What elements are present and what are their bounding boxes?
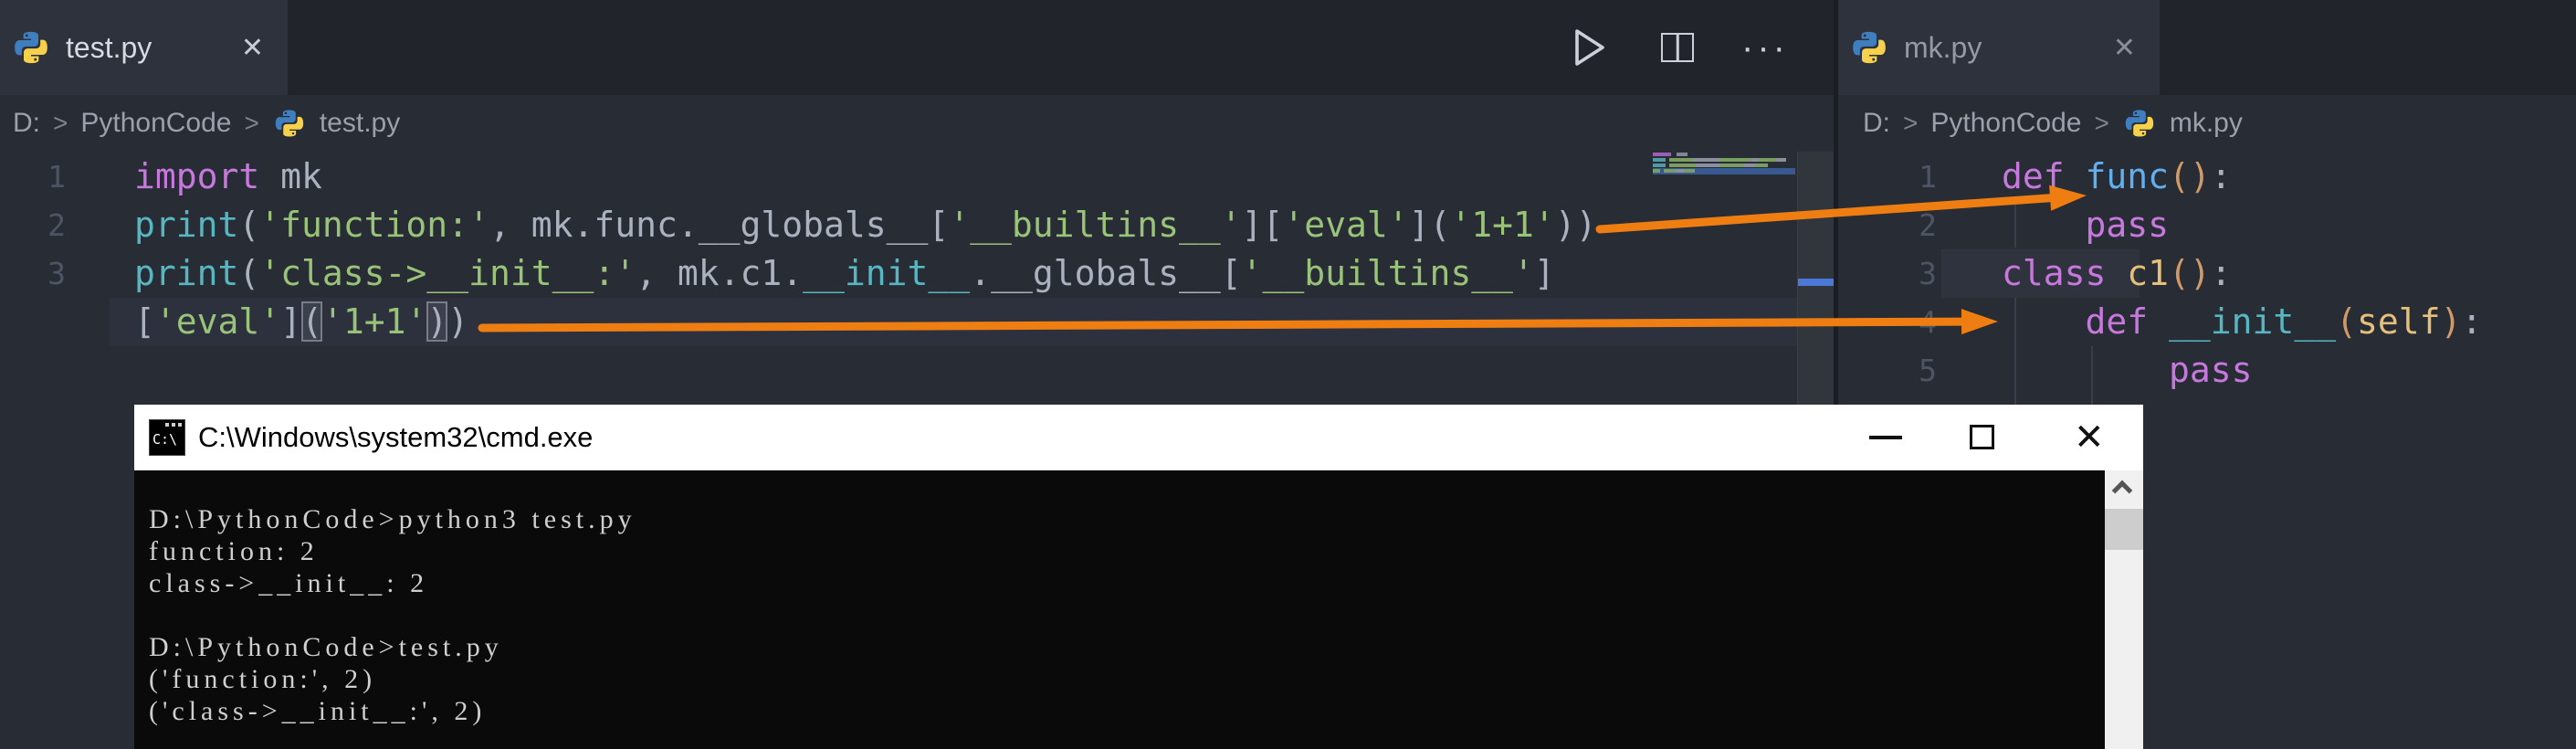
tab-label: mk.py: [1904, 31, 1982, 65]
breadcrumb-drive[interactable]: D:: [1863, 108, 1890, 139]
more-actions-button[interactable]: ···: [1745, 27, 1785, 68]
scrollbar-thumb[interactable]: [2105, 509, 2143, 550]
tabbar-left: test.py ✕ ···: [0, 0, 1838, 95]
cmd-output: D:\PythonCode>python3 test.pyfunction: 2…: [134, 470, 2105, 749]
breadcrumb-right: D: > PythonCode > mk.py: [1863, 95, 2243, 152]
python-file-icon: [2124, 108, 2155, 139]
code-line: 1import mk: [0, 153, 1838, 201]
breadcrumb-file[interactable]: test.py: [320, 108, 400, 139]
cmd-title: C:\Windows\system32\cmd.exe: [198, 405, 593, 470]
cmd-output-line: D:\PythonCode>python3 test.py: [149, 503, 636, 535]
minimap[interactable]: [1653, 152, 1799, 206]
python-file-icon: [1851, 29, 1887, 66]
code-line: 4 def __init__(self):: [1838, 298, 2576, 346]
maximize-button[interactable]: [1970, 425, 1994, 449]
tab-label: test.py: [66, 31, 152, 65]
breadcrumb-left: D: > PythonCode > test.py: [13, 95, 400, 152]
tab-mk-py[interactable]: mk.py ✕: [1838, 0, 2160, 95]
python-file-icon: [13, 29, 49, 66]
scroll-up-icon[interactable]: [2112, 480, 2133, 501]
cmd-output-line: class->__init__: 2: [149, 567, 428, 599]
code-line: 1def func():: [1838, 153, 2576, 201]
cmd-scrollbar[interactable]: [2105, 470, 2143, 749]
tab-test-py[interactable]: test.py ✕: [0, 0, 288, 95]
chevron-right-icon: >: [244, 109, 258, 138]
cmd-output-line: ('function:', 2): [149, 663, 376, 695]
breadcrumb-file[interactable]: mk.py: [2170, 108, 2243, 139]
run-button[interactable]: [1570, 27, 1610, 68]
close-button[interactable]: ✕: [2074, 405, 2105, 470]
code-line: ['eval']('1+1')): [0, 298, 1838, 346]
chevron-right-icon: >: [2094, 109, 2108, 138]
cmd-titlebar[interactable]: C:\ C:\Windows\system32\cmd.exe ✕: [134, 405, 2143, 470]
cmd-output-line: ('class->__init__:', 2): [149, 695, 486, 727]
chevron-right-icon: >: [1903, 109, 1918, 138]
vscode-window: test.py ✕ ··· D: > PythonCode > test.py …: [0, 0, 2576, 749]
breadcrumb-folder[interactable]: PythonCode: [80, 108, 231, 139]
cmd-icon: C:\: [149, 419, 185, 456]
split-editor-button[interactable]: [1657, 27, 1698, 68]
python-file-icon: [274, 108, 305, 139]
code-line: 2print('function:', mk.func.__globals__[…: [0, 201, 1838, 249]
minimize-button[interactable]: [1869, 436, 1902, 439]
code-line: 3class c1():: [1838, 249, 2576, 298]
editor-actions: ···: [1570, 0, 1785, 95]
chevron-right-icon: >: [53, 109, 68, 138]
tabbar-right: mk.py ✕: [1838, 0, 2576, 95]
cmd-output-line: function: 2: [149, 535, 319, 567]
close-tab-icon[interactable]: ✕: [2113, 32, 2136, 64]
code-line: 2 pass: [1838, 201, 2576, 249]
overview-cursor-marker: [1798, 279, 1838, 286]
code-line: 3print('class->__init__:', mk.c1.__init_…: [0, 249, 1838, 298]
breadcrumb-folder[interactable]: PythonCode: [1930, 108, 2081, 139]
close-tab-icon[interactable]: ✕: [241, 32, 264, 64]
cmd-window: C:\ C:\Windows\system32\cmd.exe ✕ D:\Pyt…: [134, 405, 2143, 749]
breadcrumb-drive[interactable]: D:: [13, 108, 40, 139]
code-line: 5 pass: [1838, 346, 2576, 395]
cmd-output-line: D:\PythonCode>test.py: [149, 631, 503, 663]
editor-scrollbar[interactable]: [1797, 152, 1837, 405]
